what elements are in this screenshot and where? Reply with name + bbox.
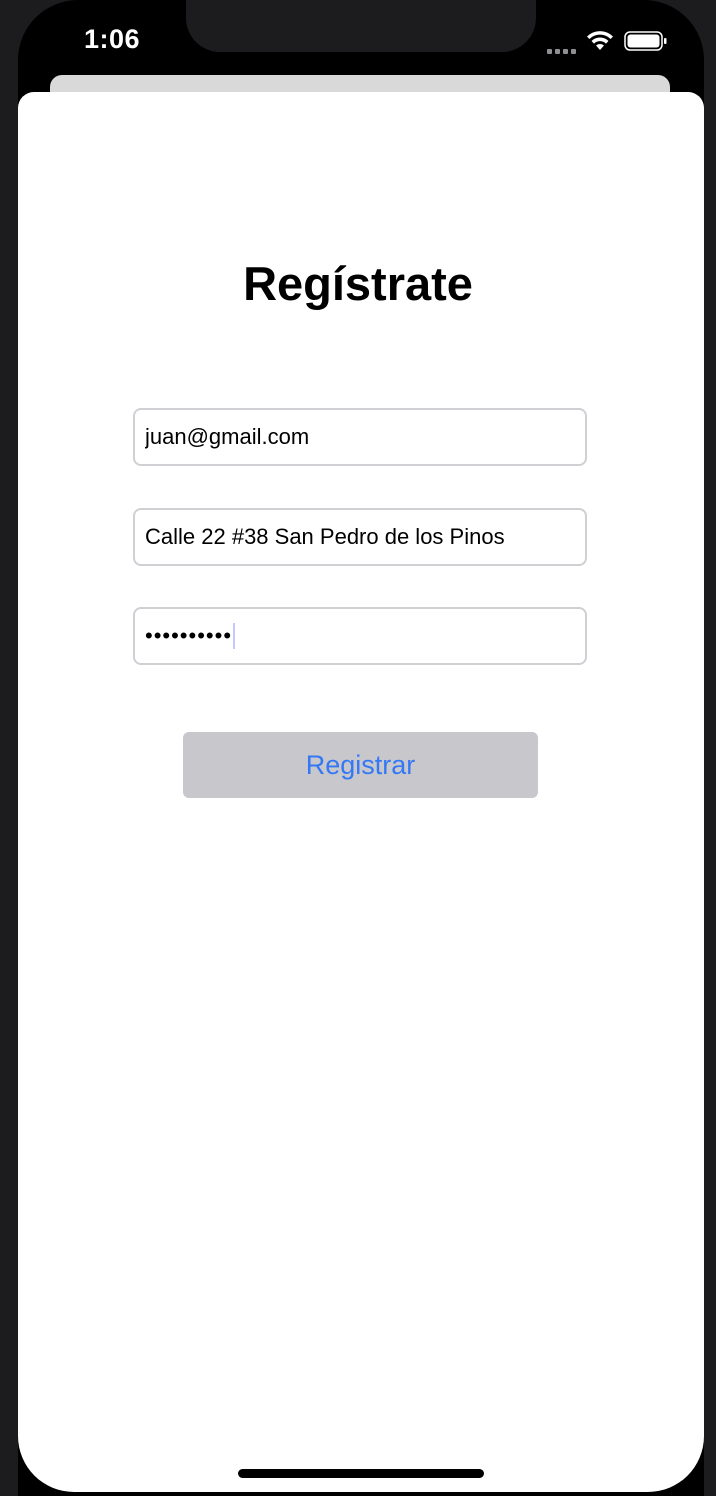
address-field[interactable] xyxy=(133,508,587,566)
notch xyxy=(186,0,536,52)
home-indicator[interactable] xyxy=(238,1469,484,1478)
text-caret xyxy=(233,623,236,649)
password-field[interactable]: •••••••••• xyxy=(133,607,587,665)
cellular-signal-icon xyxy=(547,34,576,54)
password-masked-value: •••••••••• xyxy=(145,623,233,648)
page-title: Regístrate xyxy=(243,257,473,310)
status-time: 1:06 xyxy=(84,24,141,54)
wifi-icon xyxy=(587,31,613,50)
email-field[interactable] xyxy=(133,408,587,466)
device-frame: 1:06 Regístrate •••••••••• Registrar xyxy=(0,0,716,1496)
register-button[interactable]: Registrar xyxy=(183,732,538,798)
battery-icon xyxy=(624,31,667,51)
status-icons xyxy=(547,28,668,54)
